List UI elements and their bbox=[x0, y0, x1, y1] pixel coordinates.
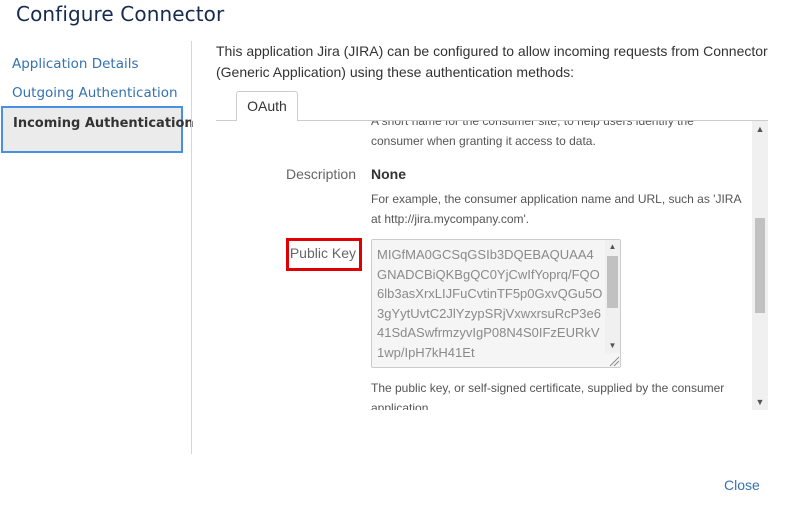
sidebar-item-application-details[interactable]: Application Details bbox=[12, 56, 139, 72]
panel-scrollbar[interactable]: ▲ ▼ bbox=[752, 121, 768, 410]
sidebar-divider bbox=[191, 41, 192, 454]
sidebar: Application Details Outgoing Authenticat… bbox=[0, 48, 194, 454]
public-key-field[interactable]: MIGfMA0GCSqGSIb3DQEBAQUAA4GNADCBiQKBgQC0… bbox=[371, 239, 621, 368]
close-button[interactable]: Close bbox=[724, 477, 760, 493]
public-key-help: The public key, or self-signed certifica… bbox=[371, 381, 725, 410]
resize-handle-icon[interactable] bbox=[606, 353, 620, 367]
public-key-highlight bbox=[286, 238, 362, 271]
sidebar-item-incoming-authentication[interactable]: Incoming Authentication bbox=[1, 106, 194, 153]
dialog-title: Configure Connector bbox=[16, 2, 225, 26]
scroll-thumb[interactable] bbox=[607, 256, 618, 308]
scroll-up-icon[interactable]: ▲ bbox=[605, 240, 620, 254]
scroll-down-icon[interactable]: ▼ bbox=[752, 394, 768, 410]
scroll-up-icon[interactable]: ▲ bbox=[752, 121, 768, 137]
consumer-name-help: A short name for the consumer site, to h… bbox=[371, 121, 694, 148]
scroll-thumb[interactable] bbox=[755, 218, 765, 313]
tab-divider bbox=[216, 120, 768, 121]
description-label: Description bbox=[285, 166, 356, 182]
public-key-value: MIGfMA0GCSqGSIb3DQEBAQUAA4GNADCBiQKBgQC0… bbox=[377, 247, 603, 360]
tab-oauth[interactable]: OAuth bbox=[236, 91, 298, 121]
scroll-down-icon[interactable]: ▼ bbox=[605, 339, 620, 353]
description-help: For example, the consumer application na… bbox=[371, 192, 741, 226]
sidebar-item-outgoing-authentication[interactable]: Outgoing Authentication bbox=[12, 85, 178, 101]
intro-text: This application Jira (JIRA) can be conf… bbox=[216, 43, 768, 80]
description-value: None bbox=[371, 166, 406, 182]
public-key-scrollbar[interactable]: ▲ ▼ bbox=[605, 240, 620, 353]
